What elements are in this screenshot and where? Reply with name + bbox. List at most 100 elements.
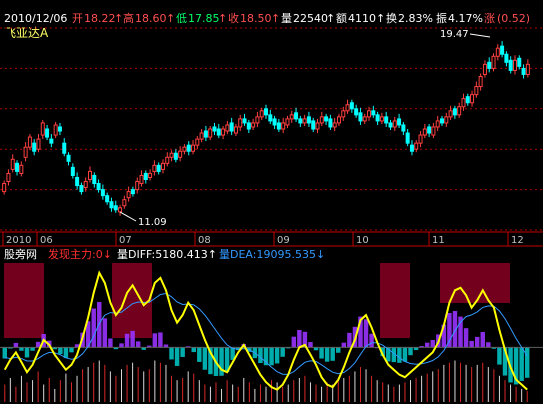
candle-body (100, 189, 105, 197)
diff-histogram-bar (341, 342, 347, 348)
open-value: 18.22 (84, 12, 116, 25)
diff-histogram-bar (402, 347, 408, 362)
candle-body (521, 67, 526, 75)
candle-body (448, 110, 453, 118)
candle-body (371, 110, 376, 116)
candle-body (319, 116, 324, 124)
low-value: 17.85 (188, 12, 220, 25)
candle-body (92, 174, 97, 185)
time-axis-label: 09 (277, 235, 290, 246)
candle-body (238, 118, 243, 128)
candle-body (2, 183, 7, 193)
time-axis-label: 12 (511, 235, 524, 246)
candle-body (113, 205, 118, 211)
indicator-subtitle: 发现主力:0↓ (48, 247, 112, 261)
diff-histogram-bar (258, 347, 263, 364)
candle-body (517, 57, 522, 67)
amount-arrow: ↑ (376, 12, 385, 25)
candle-body (53, 124, 58, 136)
candle-body (397, 118, 402, 126)
candle-body (336, 116, 341, 124)
candle-body (470, 94, 475, 104)
diff-histogram-bar (30, 347, 35, 351)
candle-body (491, 55, 496, 69)
diff-histogram-bar (97, 302, 102, 348)
candle-body (199, 132, 204, 140)
candle-body (118, 207, 123, 213)
diff-histogram-bar (397, 347, 402, 363)
diff-histogram-bar (91, 308, 96, 348)
diff-histogram-bar (219, 347, 224, 376)
candle-body (130, 189, 135, 195)
close-arrow: ↑ (271, 12, 280, 25)
candle-body (388, 122, 393, 128)
candle-body (62, 142, 67, 154)
volume-value: 22540 (293, 12, 328, 25)
candle-body (105, 195, 110, 203)
time-axis-label: 10 (356, 235, 369, 246)
candle-body (315, 122, 320, 130)
diff-histogram-bar (319, 347, 324, 359)
diff-histogram-bar (158, 332, 163, 348)
diff-histogram-bar (69, 347, 74, 353)
candle-body (409, 144, 414, 152)
candle-body (289, 114, 294, 120)
candle-body (311, 120, 316, 130)
candle-body (495, 47, 500, 57)
candle-body (298, 118, 303, 124)
diff-histogram-bar (424, 342, 430, 348)
candle-body (487, 61, 492, 69)
candle-body (465, 96, 470, 104)
diff-histogram-bar (291, 336, 297, 348)
candle-body (444, 116, 449, 124)
candle-body (405, 132, 410, 144)
time-axis-label: 11 (432, 235, 445, 246)
candle-body (422, 128, 427, 136)
candle-body (379, 116, 384, 122)
candle-body (452, 108, 457, 116)
candle-body (435, 120, 440, 128)
dea-label: 量DEA:19095.535↓ (219, 248, 325, 261)
candle-body (160, 162, 165, 170)
candle-body (178, 150, 183, 158)
diff-histogram-bar (330, 347, 335, 361)
low-marker-value: 11.09 (138, 217, 167, 228)
candle-body (139, 174, 144, 185)
diff-histogram-bar (58, 347, 63, 355)
diff-histogram-bar (447, 312, 452, 348)
candle-body (6, 172, 11, 183)
change-value: (0.52) (497, 12, 530, 25)
candle-body (216, 128, 221, 136)
candle-body (87, 170, 93, 180)
diff-histogram-bar (202, 347, 208, 370)
candle-body (191, 144, 196, 152)
open-arrow: ↑ (114, 12, 123, 25)
high-value: 18.60 (135, 12, 167, 25)
candle-body (341, 110, 346, 118)
candle-body (83, 181, 88, 189)
close-value: 18.50 (240, 12, 272, 25)
time-axis-label: 08 (198, 235, 211, 246)
indicator-band (380, 263, 410, 338)
diff-histogram-bar (180, 347, 185, 357)
diff-histogram-bar (280, 347, 285, 357)
quote-date: 2010/12/06 (4, 12, 67, 25)
candle-body (143, 172, 148, 181)
candle-body (246, 122, 251, 130)
candle-body (324, 116, 329, 122)
diff-histogram-bar (191, 347, 196, 353)
diff-histogram-bar (463, 328, 469, 348)
candle-body (169, 152, 174, 158)
candle-body (208, 128, 213, 138)
candle-body (461, 98, 466, 108)
candle-body (40, 122, 45, 136)
indicator-header: 股旁网 发现主力:0↓ 量DIFF:5180.413↑ 量DEA:19095.5… (4, 247, 325, 261)
candle-body (96, 183, 101, 191)
candle-body (431, 126, 436, 136)
candle-body (259, 110, 264, 118)
candle-body (19, 164, 24, 174)
diff-histogram-bar (19, 347, 24, 351)
candle-body (512, 59, 517, 71)
candle-body (15, 162, 20, 172)
candle-body (156, 164, 161, 172)
